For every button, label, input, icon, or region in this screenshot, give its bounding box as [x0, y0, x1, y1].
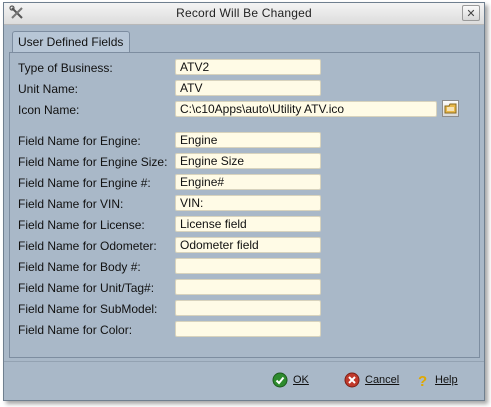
- title-bar[interactable]: Record Will Be Changed ✕: [4, 3, 484, 25]
- odometer-label: Field Name for Odometer:: [18, 239, 157, 253]
- engine-input[interactable]: Engine: [175, 132, 321, 148]
- ok-label: OK: [293, 374, 309, 386]
- submodel-label: Field Name for SubModel:: [18, 302, 158, 316]
- body-number-label: Field Name for Body #:: [18, 260, 141, 274]
- unit-tag-input[interactable]: [175, 279, 321, 295]
- license-label: Field Name for License:: [18, 218, 145, 232]
- close-button[interactable]: ✕: [462, 5, 480, 21]
- dialog-window: Record Will Be Changed ✕ User Defined Fi…: [3, 2, 485, 401]
- unit-tag-label: Field Name for Unit/Tag#:: [18, 281, 155, 295]
- help-label: Help: [435, 374, 458, 386]
- window-title: Record Will Be Changed: [176, 6, 312, 20]
- engine-label: Field Name for Engine:: [18, 134, 141, 148]
- color-input[interactable]: [175, 321, 321, 337]
- engine-number-input[interactable]: Engine#: [175, 174, 321, 190]
- help-icon: ?: [418, 373, 427, 388]
- cancel-button[interactable]: Cancel: [344, 371, 399, 389]
- engine-size-label: Field Name for Engine Size:: [18, 155, 168, 169]
- tab-user-defined-fields[interactable]: User Defined Fields: [12, 31, 130, 52]
- svg-text:?: ?: [418, 373, 427, 388]
- browse-icon-button[interactable]: [442, 100, 459, 117]
- icon-name-label: Icon Name:: [18, 103, 80, 117]
- submodel-input[interactable]: [175, 300, 321, 316]
- type-of-business-input[interactable]: ATV2: [175, 59, 321, 75]
- ok-button[interactable]: OK: [272, 371, 309, 389]
- vin-input[interactable]: VIN:: [175, 195, 321, 211]
- footer-divider: [4, 361, 484, 362]
- cancel-icon: [344, 372, 360, 388]
- help-button[interactable]: ? Help: [414, 371, 458, 389]
- cancel-label: Cancel: [365, 374, 400, 386]
- engine-number-label: Field Name for Engine #:: [18, 176, 151, 190]
- vin-label: Field Name for VIN:: [18, 197, 124, 211]
- folder-icon: [444, 103, 457, 114]
- unit-name-input[interactable]: ATV: [175, 80, 321, 96]
- unit-name-label: Unit Name:: [18, 82, 79, 96]
- engine-size-input[interactable]: Engine Size: [175, 153, 321, 169]
- license-input[interactable]: License field: [175, 216, 321, 232]
- close-icon: ✕: [466, 8, 476, 20]
- color-label: Field Name for Color:: [18, 323, 133, 337]
- body-number-input[interactable]: [175, 258, 321, 274]
- odometer-input[interactable]: Odometer field: [175, 237, 321, 253]
- icon-name-input[interactable]: C:\c10Apps\auto\Utility ATV.ico: [175, 101, 437, 117]
- check-icon: [272, 372, 288, 388]
- type-of-business-label: Type of Business:: [18, 61, 113, 75]
